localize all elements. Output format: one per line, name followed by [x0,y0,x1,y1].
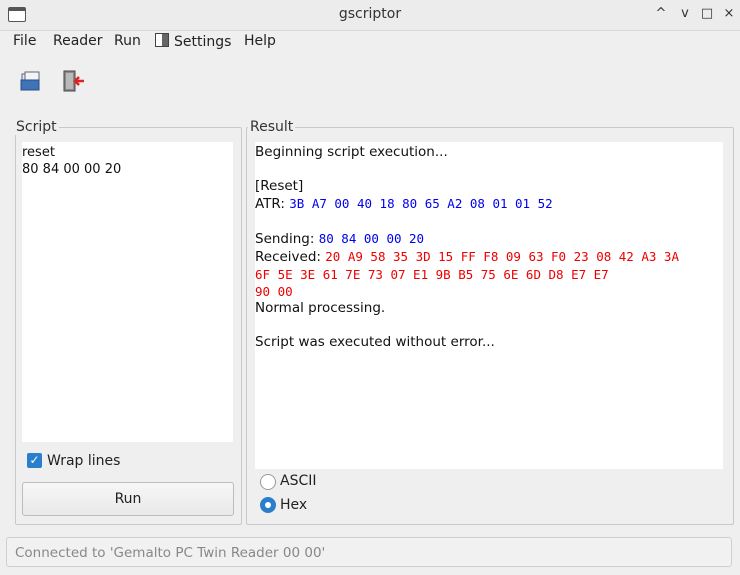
result-line: Beginning script execution... [255,144,448,160]
atr-label: ATR: [255,196,290,212]
ascii-label: ASCII [280,473,317,489]
maximize-button[interactable]: □ [698,5,716,23]
minimize-button[interactable]: v [676,5,694,23]
status-bar: Connected to 'Gemalto PC Twin Reader 00 … [6,537,732,567]
menu-file[interactable]: File [13,33,36,49]
hex-label: Hex [280,497,308,513]
menu-reader[interactable]: Reader [53,33,103,49]
menu-help[interactable]: Help [244,33,276,49]
result-panel-label: Result [248,119,296,135]
window-title: gscriptor [338,6,402,22]
exit-icon [63,70,84,92]
menu-settings[interactable]: Settings [155,33,231,50]
shade-button[interactable]: ^ [652,5,670,23]
result-line: Normal processing. [255,300,386,316]
result-line: [Reset] [255,178,304,194]
received-label: Received: [255,249,326,265]
result-blank [255,317,723,334]
title-bar: gscriptor ^ v □ × [0,0,740,31]
menu-settings-label: Settings [174,34,232,50]
received-line: Received: 20 A9 58 35 3D 15 FF F8 09 63 … [255,248,723,266]
open-button[interactable] [18,68,44,94]
open-folder-icon [20,71,40,91]
sending-line: Sending: 80 84 00 00 20 [255,230,723,248]
script-editor[interactable]: reset 80 84 00 00 20 [22,142,233,442]
received-value: 20 A9 58 35 3D 15 FF F8 09 63 F0 23 08 4… [325,249,679,264]
sending-value: 80 84 00 00 20 [318,231,425,246]
received-value: 6F 5E 3E 61 7E 73 07 E1 9B B5 75 6E 6D D… [255,267,609,282]
settings-icon [155,33,169,47]
received-value: 90 00 [255,284,293,299]
script-line: 80 84 00 00 20 [22,162,122,177]
wrap-lines-label: Wrap lines [47,453,121,469]
result-line: Script was executed without error... [255,334,495,350]
atr-line: ATR: 3B A7 00 40 18 80 65 A2 08 01 01 52 [255,195,723,213]
menu-bar: File Reader Run Settings Help [0,30,740,54]
script-panel-label: Script [14,119,59,135]
menu-run[interactable]: Run [114,33,141,49]
run-button[interactable]: Run [22,482,234,516]
result-blank [255,213,723,230]
exit-button[interactable] [60,68,86,94]
wrap-lines-checkbox[interactable]: ✓ [27,453,42,468]
sending-label: Sending: [255,231,319,247]
atr-value: 3B A7 00 40 18 80 65 A2 08 01 01 52 [289,196,553,211]
ascii-radio[interactable] [260,474,276,490]
result-output[interactable]: Beginning script execution... [Reset] AT… [255,142,723,469]
hex-radio[interactable] [260,497,276,513]
close-button[interactable]: × [720,5,738,23]
script-line: reset [22,145,55,160]
result-blank [255,161,723,178]
